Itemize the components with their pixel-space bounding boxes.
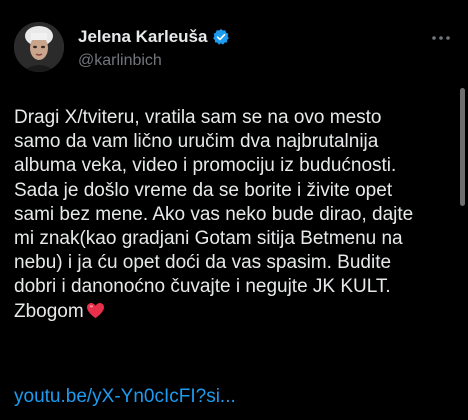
youtube-link[interactable]: youtu.be/yX-Yn0cIcFI?si... (14, 386, 236, 408)
tweet-card: Jelena Karleuša @karlinbich Dragi X/tvit… (0, 0, 468, 420)
tweet-text-line: samo da vam lično uručim dva najbrutalni… (14, 131, 379, 153)
tweet-text-line: mi znak(kao gradjani Gotam sitija Betmen… (14, 228, 403, 250)
tweet-text-line: dobri i danonoćno čuvajte i negujte JK K… (14, 276, 391, 298)
profile-photo-icon (14, 22, 64, 72)
tweet-text-closing: Zbogom (14, 300, 84, 322)
display-name[interactable]: Jelena Karleuša (78, 27, 207, 47)
name-row: Jelena Karleuša (78, 26, 230, 48)
avatar[interactable] (14, 22, 64, 72)
scrollbar-thumb[interactable] (460, 88, 465, 206)
tweet-text: Dragi X/tviteru, vratila sam se na ovo m… (14, 106, 454, 324)
tweet-text-line: sami bez mene. Ako vas neko bude dirao, … (14, 203, 414, 225)
tweet-text-line: Dragi X/tviteru, vratila sam se na ovo m… (14, 107, 382, 128)
tweet-text-line: Sada je došlo vreme da se borite i živit… (14, 179, 393, 201)
tweet-text-line: albuma veka, video i promociju iz budućn… (14, 155, 397, 177)
verified-badge-icon[interactable] (212, 28, 230, 46)
tweet-text-line-last: Zbogom (14, 300, 454, 324)
handle[interactable]: @karlinbich (78, 52, 230, 70)
tweet-text-line: nebu) i ja ću opet doći da vas spasim. B… (14, 252, 392, 274)
red-heart-icon (86, 302, 104, 318)
more-options-icon[interactable] (428, 30, 454, 46)
author-block: Jelena Karleuša @karlinbich (78, 26, 230, 70)
